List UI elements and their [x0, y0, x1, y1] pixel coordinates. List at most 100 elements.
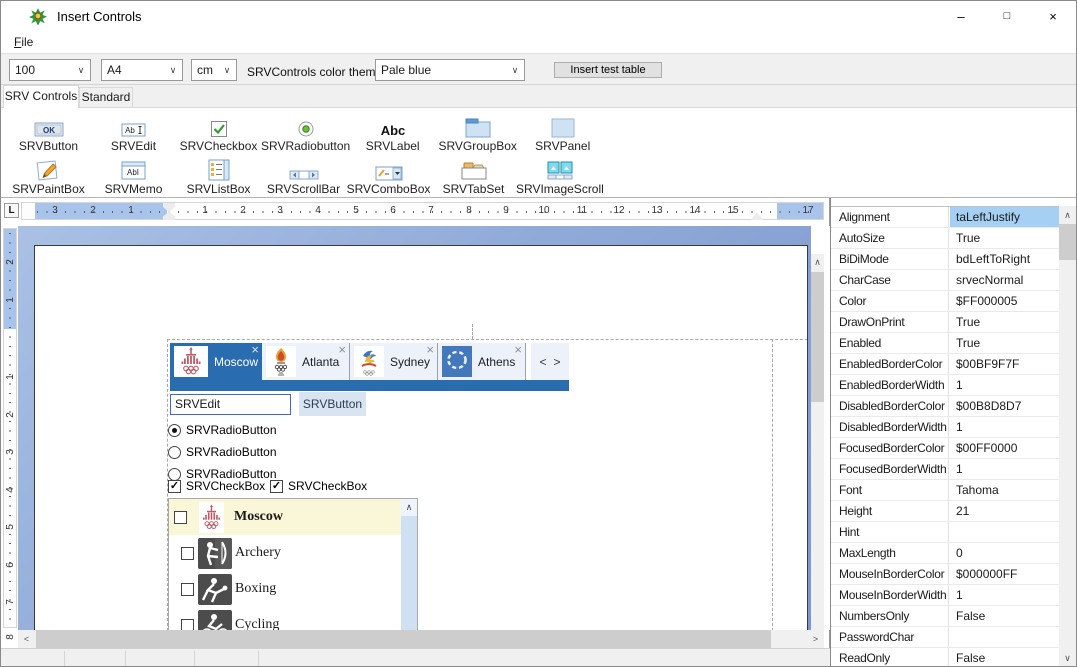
property-row[interactable]: MouseInBorderColor $000000FF — [831, 564, 1077, 585]
vertical-ruler[interactable]: 2 1 1 2 3 4 5 6 — [3, 228, 17, 628]
olympic-tab[interactable]: Athens × — [438, 343, 526, 380]
horizontal-ruler[interactable]: 3 2 1 1 2 3 4 5 — [21, 202, 824, 220]
tab-stop-selector[interactable]: L — [4, 203, 19, 218]
property-value[interactable]: 1 — [950, 585, 1066, 605]
document-canvas[interactable]: Moscow × Atlanta × — [18, 226, 811, 630]
property-row[interactable]: MouseInBorderWidth 1 — [831, 585, 1077, 606]
property-row[interactable]: FocusedBorderColor $00FF0000 — [831, 438, 1077, 459]
list-item[interactable]: Archery — [169, 535, 402, 571]
tab-next-icon[interactable]: > — [554, 355, 561, 369]
tab-prev-icon[interactable]: < — [539, 355, 546, 369]
document-page[interactable]: Moscow × Atlanta × — [34, 245, 808, 630]
palette-control[interactable]: SRVCheckbox — [176, 112, 261, 153]
checkbox-option[interactable]: SRVCheckBox — [168, 479, 265, 493]
property-value[interactable]: srvecNormal — [950, 270, 1066, 290]
property-row[interactable]: BiDiMode bdLeftToRight — [831, 249, 1077, 270]
property-row[interactable]: MaxLength 0 — [831, 543, 1077, 564]
property-value[interactable]: True — [950, 312, 1066, 332]
property-row[interactable]: Color $FF000005 — [831, 291, 1077, 312]
property-value[interactable] — [950, 627, 1066, 647]
palette-control[interactable]: SRVScrollBar — [261, 155, 346, 196]
palette-control[interactable]: SRVTabSet — [431, 155, 516, 196]
property-value[interactable] — [950, 522, 1066, 542]
palette-control[interactable]: SRVPaintBox — [6, 155, 91, 196]
list-group-header[interactable]: Moscow — [169, 499, 402, 535]
property-row[interactable]: DrawOnPrint True — [831, 312, 1077, 333]
property-row[interactable]: FocusedBorderWidth 1 — [831, 459, 1077, 480]
scroll-up-icon[interactable]: ∧ — [1059, 206, 1076, 224]
radio-icon[interactable] — [168, 446, 181, 459]
olympic-tab[interactable]: Moscow × — [170, 343, 262, 380]
palette-control[interactable]: SRVGroupBox — [435, 112, 520, 153]
minimize-button[interactable]: – — [938, 1, 984, 31]
palette-control[interactable]: SRVPanel — [520, 112, 605, 153]
maximize-button[interactable]: □ — [984, 1, 1030, 31]
palette-control[interactable]: Abc SRVLabel — [350, 112, 435, 153]
list-scrollbar[interactable]: ∧ — [401, 499, 417, 630]
property-value[interactable]: $00FF0000 — [950, 438, 1066, 458]
palette-control[interactable]: SRVListBox — [176, 155, 261, 196]
property-row[interactable]: DisabledBorderWidth 1 — [831, 417, 1077, 438]
checkbox-icon[interactable] — [181, 583, 194, 596]
checkbox-icon[interactable] — [181, 619, 194, 631]
tab-close-icon[interactable]: × — [338, 344, 346, 356]
property-row[interactable]: Height 21 — [831, 501, 1077, 522]
document-vscrollbar[interactable]: ∧ ∨ — [811, 254, 824, 658]
property-value[interactable]: 0 — [950, 543, 1066, 563]
property-value[interactable]: $00BF9F7F — [950, 354, 1066, 374]
radio-option[interactable]: SRVRadioButton — [168, 422, 277, 438]
property-row[interactable]: Hint — [831, 522, 1077, 543]
vscroll-thumb[interactable] — [811, 272, 824, 402]
property-value[interactable]: 1 — [950, 375, 1066, 395]
tab-srv-controls[interactable]: SRV Controls — [3, 85, 79, 108]
property-value[interactable]: $FF000005 — [950, 291, 1066, 311]
radio-option[interactable]: SRVRadioButton — [168, 444, 277, 460]
property-value[interactable]: Tahoma — [950, 480, 1066, 500]
palette-control[interactable]: SRVComboBox — [346, 155, 431, 196]
color-theme-combobox[interactable]: Pale blue ∨ — [375, 59, 525, 81]
property-row[interactable]: AutoSize True — [831, 228, 1077, 249]
tab-close-icon[interactable]: × — [426, 344, 434, 356]
property-row[interactable]: EnabledBorderWidth 1 — [831, 375, 1077, 396]
tab-standard[interactable]: Standard — [79, 87, 133, 108]
property-value[interactable]: 21 — [950, 501, 1066, 521]
property-value[interactable]: $00B8D8D7 — [950, 396, 1066, 416]
close-button[interactable]: × — [1030, 1, 1076, 31]
radio-icon[interactable] — [168, 424, 181, 437]
property-row[interactable]: Font Tahoma — [831, 480, 1077, 501]
scroll-right-icon[interactable]: > — [807, 630, 824, 648]
tab-close-icon[interactable]: × — [514, 344, 522, 356]
property-row[interactable]: EnabledBorderColor $00BF9F7F — [831, 354, 1077, 375]
property-value[interactable]: True — [950, 228, 1066, 248]
property-value[interactable]: False — [950, 648, 1066, 667]
srvedit-input[interactable]: SRVEdit — [170, 394, 291, 415]
property-value[interactable]: 1 — [950, 417, 1066, 437]
paper-size-combobox[interactable]: A4 ∨ — [101, 59, 183, 81]
property-value[interactable]: bdLeftToRight — [950, 249, 1066, 269]
zoom-combobox[interactable]: 100 ∨ — [9, 59, 91, 81]
tab-close-icon[interactable]: × — [251, 344, 259, 356]
property-value[interactable]: False — [950, 606, 1066, 626]
property-value[interactable]: taLeftJustify — [950, 207, 1066, 227]
property-row[interactable]: Alignment taLeftJustify — [831, 207, 1077, 228]
list-item[interactable]: Cycling — [169, 607, 402, 630]
document-hscrollbar[interactable]: < > — [18, 630, 824, 648]
checkbox-icon[interactable] — [174, 511, 187, 524]
list-item[interactable]: Boxing — [169, 571, 402, 607]
palette-control[interactable]: AbI SRVMemo — [91, 155, 176, 196]
checkbox-option[interactable]: SRVCheckBox — [270, 479, 367, 493]
scroll-up-icon[interactable]: ∧ — [401, 499, 417, 516]
units-combobox[interactable]: cm ∨ — [191, 59, 237, 81]
palette-control[interactable]: Ab SRVEdit — [91, 112, 176, 153]
scroll-up-icon[interactable]: ∧ — [811, 254, 824, 271]
olympic-tab[interactable]: Sydney × — [350, 343, 438, 380]
pscroll-thumb[interactable] — [1059, 224, 1076, 260]
menu-file[interactable]: File — [10, 34, 37, 50]
property-row[interactable]: CharCase srvecNormal — [831, 270, 1077, 291]
insert-test-table-button[interactable]: Insert test table — [554, 62, 662, 78]
properties-scrollbar[interactable]: ∧ ∨ — [1059, 206, 1076, 667]
palette-control[interactable]: OK SRVButton — [6, 112, 91, 153]
property-row[interactable]: Enabled True — [831, 333, 1077, 354]
property-row[interactable]: DisabledBorderColor $00B8D8D7 — [831, 396, 1077, 417]
scroll-down-icon[interactable]: ∨ — [1059, 649, 1076, 667]
